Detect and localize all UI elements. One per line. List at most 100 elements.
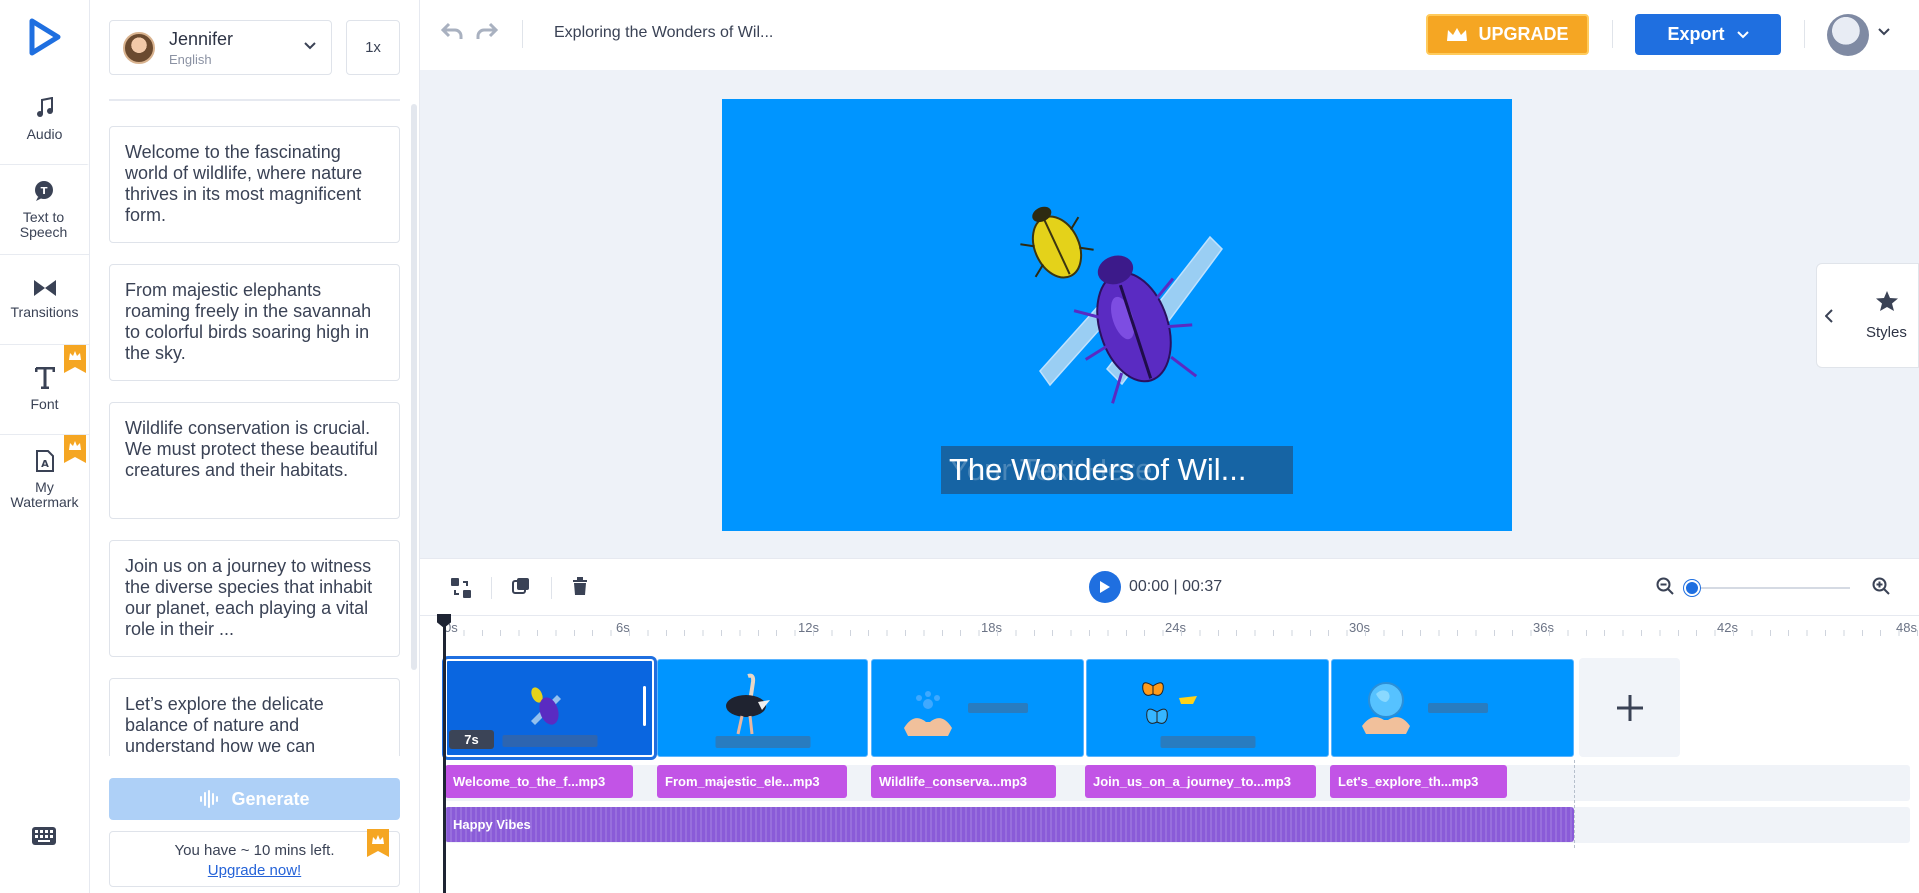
play-logo-icon — [29, 18, 60, 56]
voice-audio-clip[interactable]: From_majestic_ele...mp3 — [657, 765, 847, 798]
chevron-left-icon — [1825, 309, 1833, 323]
caption-text[interactable]: Your Text Here The Wonders of Wil... — [941, 446, 1293, 494]
rail-text-to-speech-label: Text to Speech — [19, 208, 68, 240]
redo-icon[interactable] — [475, 21, 499, 41]
speed-button[interactable]: 1x — [346, 20, 400, 75]
divider — [1612, 20, 1613, 48]
script-card[interactable]: Let’s explore the delicate balance of na… — [109, 678, 400, 756]
playhead[interactable] — [443, 618, 446, 893]
quota-text: You have ~ 10 mins left. — [174, 842, 335, 859]
crown-badge-icon — [64, 435, 86, 463]
clip-text-placeholder — [1160, 736, 1255, 748]
caption-value: The Wonders of Wil... — [949, 452, 1247, 487]
zoom-slider-handle[interactable] — [1684, 580, 1700, 596]
bowtie-icon — [33, 280, 56, 296]
timeline-controls: 00:00 | 00:37 — [420, 558, 1919, 615]
voice-audio-clip[interactable]: Welcome_to_the_f...mp3 — [445, 765, 633, 798]
plus-icon — [1616, 694, 1643, 721]
clip-trim-handle[interactable] — [643, 686, 646, 726]
clip-text-placeholder — [502, 735, 597, 747]
video-clip[interactable] — [657, 659, 868, 757]
script-card[interactable]: Welcome to the fascinating world of wild… — [109, 126, 400, 243]
rail-font-label: Font — [30, 396, 59, 412]
play-icon — [1100, 581, 1110, 593]
trash-icon[interactable] — [572, 577, 588, 595]
ruler-ticks — [445, 630, 1919, 636]
clip-duration-badge: 7s — [449, 730, 494, 749]
keyboard-shortcuts[interactable] — [31, 826, 57, 851]
clip-text-placeholder — [968, 703, 1028, 713]
script-card[interactable]: From majestic elephants roaming freely i… — [109, 264, 400, 381]
tool-rail: Audio T Text to Speech Transitions Font … — [0, 0, 90, 893]
rail-transitions[interactable]: Transitions — [0, 254, 89, 344]
divider — [551, 577, 552, 599]
divider — [109, 99, 400, 101]
rail-watermark-label: My Watermark — [10, 478, 79, 510]
script-card[interactable]: Join us on a journey to witness the dive… — [109, 540, 400, 657]
generate-button[interactable]: Generate — [109, 778, 400, 820]
text-to-speech-panel: Jennifer English 1x Welcome to the fasci… — [90, 0, 420, 893]
divider — [1804, 20, 1805, 48]
rail-watermark[interactable]: A My Watermark — [0, 434, 89, 524]
svg-text:A: A — [41, 459, 49, 470]
video-clip[interactable] — [1086, 659, 1329, 757]
crown-icon — [1447, 27, 1468, 41]
play-button[interactable] — [1089, 571, 1121, 603]
font-t-icon — [34, 367, 55, 389]
user-avatar[interactable] — [1827, 14, 1869, 56]
waveform-icon — [200, 790, 219, 808]
time-display: 00:00 | 00:37 — [1129, 578, 1223, 595]
rail-text-to-speech[interactable]: T Text to Speech — [0, 164, 89, 254]
top-bar: Exploring the Wonders of Wil... UPGRADE … — [420, 0, 1919, 70]
undo-icon[interactable] — [440, 21, 464, 41]
globe-hands-thumbnail — [1362, 682, 1410, 734]
watermark-file-icon: A — [35, 449, 54, 472]
voice-audio-clip[interactable]: Wildlife_conserva...mp3 — [871, 765, 1056, 798]
svg-text:T: T — [40, 186, 47, 197]
video-clip[interactable] — [1331, 659, 1574, 757]
voice-avatar — [123, 31, 155, 64]
add-clip-button[interactable] — [1579, 658, 1680, 757]
styles-panel-toggle[interactable]: Styles — [1816, 263, 1919, 368]
script-list: Welcome to the fascinating world of wild… — [109, 126, 400, 756]
chevron-down-icon — [304, 42, 316, 50]
timeline-end-marker — [1574, 760, 1575, 848]
export-button[interactable]: Export — [1635, 14, 1781, 55]
keyboard-icon — [32, 827, 56, 845]
scrollbar[interactable] — [411, 104, 417, 670]
clip-text-placeholder — [715, 736, 810, 748]
crown-badge-icon — [64, 345, 86, 373]
rail-audio[interactable]: Audio — [0, 74, 89, 164]
styles-label: Styles — [1866, 324, 1907, 341]
upgrade-label: UPGRADE — [1478, 24, 1569, 44]
beetle-thumbnail — [531, 687, 561, 725]
music-clip[interactable]: Happy Vibes — [445, 807, 1574, 842]
music-note-icon — [36, 96, 53, 117]
voice-audio-clip[interactable]: Let's_explore_th...mp3 — [1330, 765, 1507, 798]
divider — [522, 20, 523, 48]
duplicate-icon[interactable] — [512, 577, 530, 595]
project-title[interactable]: Exploring the Wonders of Wil... — [554, 24, 773, 42]
upgrade-now-link[interactable]: Upgrade now! — [110, 862, 399, 879]
voice-language: English — [169, 51, 212, 67]
upgrade-button[interactable]: UPGRADE — [1426, 14, 1589, 55]
chevron-down-icon — [1736, 30, 1749, 38]
chevron-down-icon[interactable] — [1878, 28, 1890, 36]
app-logo[interactable] — [0, 0, 89, 74]
swap-layers-icon[interactable] — [450, 577, 472, 599]
video-clip[interactable] — [871, 659, 1084, 757]
quota-notice: You have ~ 10 mins left. Upgrade now! — [109, 829, 400, 887]
rail-transitions-label: Transitions — [10, 304, 79, 320]
rail-audio-label: Audio — [26, 125, 63, 142]
ostrich-thumbnail — [726, 673, 770, 735]
rail-font[interactable]: Font — [0, 344, 89, 434]
script-card[interactable]: Wildlife conservation is crucial. We mus… — [109, 402, 400, 519]
zoom-in-icon[interactable] — [1872, 577, 1890, 595]
export-label: Export — [1667, 24, 1725, 44]
voice-audio-clip[interactable]: Join_us_on_a_journey_to...mp3 — [1085, 765, 1316, 798]
crown-badge-icon — [367, 829, 389, 857]
zoom-slider-track[interactable] — [1686, 587, 1850, 589]
voice-select[interactable]: Jennifer English — [109, 20, 332, 75]
voice-name: Jennifer — [169, 28, 234, 49]
zoom-out-icon[interactable] — [1656, 577, 1674, 595]
